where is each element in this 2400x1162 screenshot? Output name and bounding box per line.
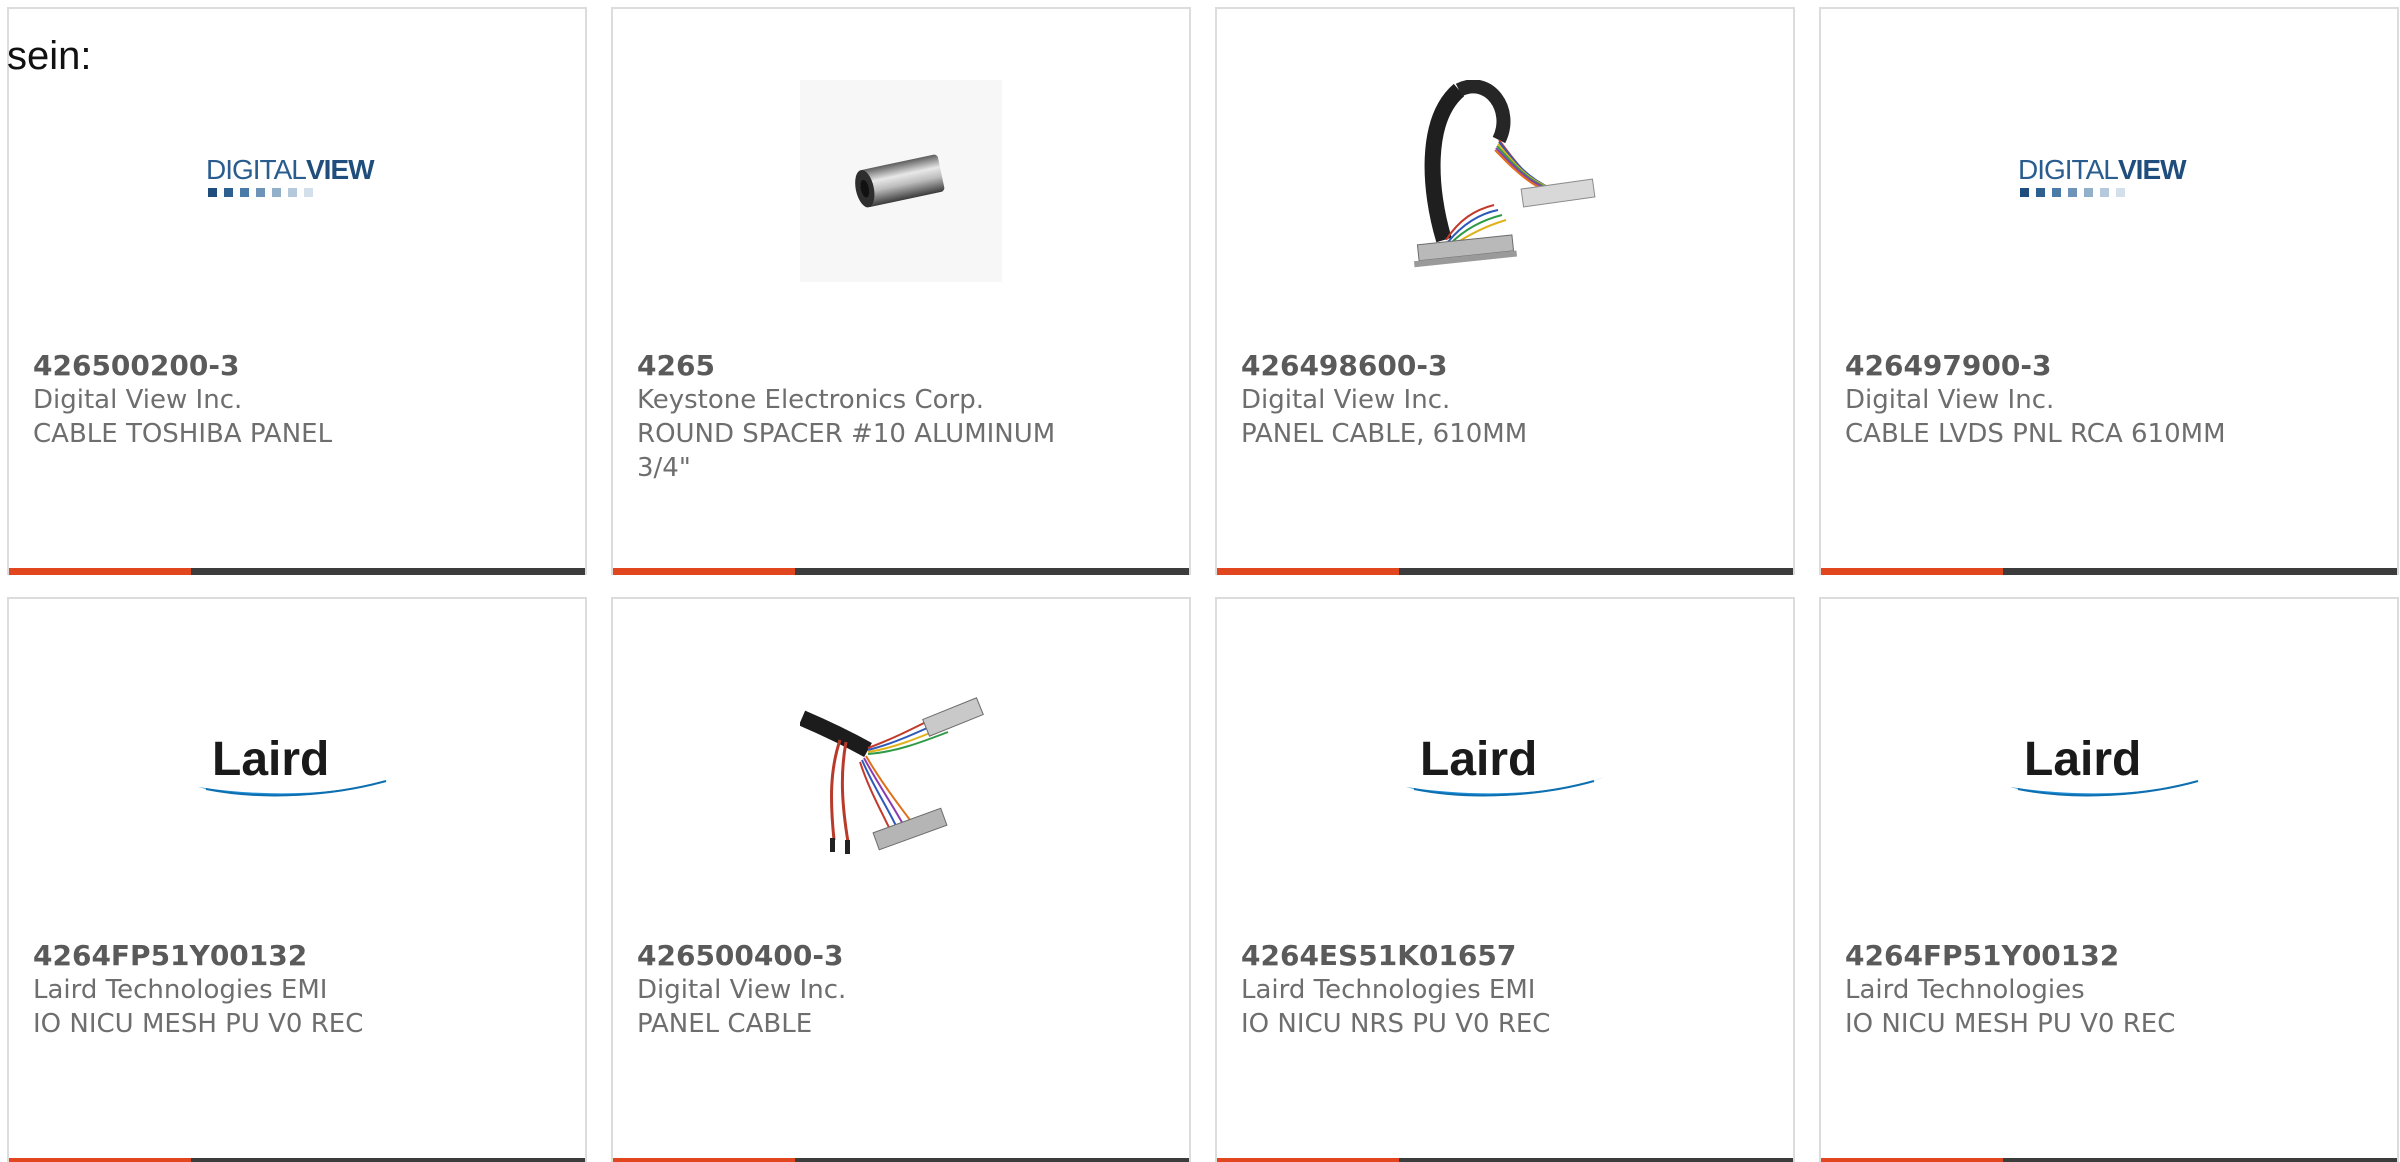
product-card[interactable]: Laird 4264ES51K01657 Laird Technologies … [1215,597,1795,1162]
description: IO NICU MESH PU V0 REC [1845,1009,2176,1039]
logo-text-a: DIGITAL [206,154,306,185]
product-info: 4264ES51K01657 Laird Technologies EMI IO… [1241,939,1681,1041]
part-number: 4264FP51Y00132 [33,939,308,972]
product-image: Laird [2008,670,2210,872]
part-number: 426497900-3 [1845,349,2052,382]
manufacturer: Digital View Inc. [1241,385,1451,415]
panel-cable-icon [1413,80,1596,268]
card-footer-accent [613,568,795,575]
laird-logo-icon: Laird [198,733,396,797]
product-image: Laird [196,670,398,872]
card-footer-accent [1217,568,1399,575]
product-card[interactable]: Laird 4264FP51Y00132 Laird Technologies … [7,597,587,1162]
card-footer-bar [1217,568,1793,575]
description: IO NICU NRS PU V0 REC [1241,1009,1551,1039]
part-number: 4264FP51Y00132 [1845,939,2120,972]
logo-text-b: VIEW [2118,154,2187,185]
logo-text: Laird [1420,733,1537,786]
card-footer-accent [1821,568,2003,575]
card-footer-bar [9,568,585,575]
product-card[interactable]: 4265 Keystone Electronics Corp. ROUND SP… [611,7,1191,575]
part-number: 426500200-3 [33,349,240,382]
card-footer-bar [613,568,1189,575]
product-card[interactable]: DIGITAL VIEW 426500200-3 Digital View In… [7,7,587,575]
product-card[interactable]: DIGITAL VIEW 426497900-3 Digital View In… [1819,7,2399,575]
product-info: 426500200-3 Digital View Inc. CABLE TOSH… [33,349,473,451]
manufacturer: Laird Technologies [1845,975,2085,1005]
digitalview-logo-icon: DIGITAL VIEW [206,154,376,197]
part-number: 426498600-3 [1241,349,1448,382]
card-footer-accent [9,1158,191,1162]
aluminum-spacer-icon [800,80,1002,282]
logo-text-a: DIGITAL [2018,154,2118,185]
ribbon-cable-icon [800,697,984,854]
manufacturer: Laird Technologies EMI [1241,975,1536,1005]
product-image: DIGITAL VIEW [196,80,398,282]
manufacturer: Digital View Inc. [1845,385,2055,415]
description: PANEL CABLE [637,1009,813,1039]
card-footer-bar [1821,568,2397,575]
part-number: 4264ES51K01657 [1241,939,1517,972]
product-info: 4265 Keystone Electronics Corp. ROUND SP… [637,349,1077,485]
product-image [800,80,1002,282]
manufacturer: Digital View Inc. [33,385,243,415]
description: PANEL CABLE, 610MM [1241,419,1528,449]
card-footer-accent [613,1158,795,1162]
laird-logo-icon: Laird [2010,733,2208,797]
card-footer-bar [613,1158,1189,1162]
product-card[interactable]: Laird 4264FP51Y00132 Laird Technologies … [1819,597,2399,1162]
product-info: 4264FP51Y00132 Laird Technologies IO NIC… [1845,939,2285,1041]
card-footer-bar [9,1158,585,1162]
product-grid: DIGITAL VIEW 426500200-3 Digital View In… [7,7,2400,1162]
product-info: 4264FP51Y00132 Laird Technologies EMI IO… [33,939,473,1041]
laird-logo-icon: Laird [1406,733,1604,797]
digitalview-logo-icon: DIGITAL VIEW [2018,154,2188,197]
product-image [1404,80,1606,282]
product-info: 426500400-3 Digital View Inc. PANEL CABL… [637,939,1077,1041]
logo-text: Laird [212,733,329,786]
card-footer-bar [1217,1158,1793,1162]
manufacturer: Digital View Inc. [637,975,847,1005]
product-info: 426497900-3 Digital View Inc. CABLE LVDS… [1845,349,2285,451]
card-footer-accent [9,568,191,575]
logo-text-b: VIEW [306,154,375,185]
description: CABLE LVDS PNL RCA 610MM [1845,419,2226,449]
product-image [800,670,1002,872]
product-card[interactable]: 426498600-3 Digital View Inc. PANEL CABL… [1215,7,1795,575]
card-footer-accent [1217,1158,1399,1162]
product-image: DIGITAL VIEW [2008,80,2210,282]
product-grid-page: sein: DIGITAL VIEW 426500200-3 Digital V… [0,0,2400,1162]
description: IO NICU MESH PU V0 REC [33,1009,364,1039]
manufacturer: Keystone Electronics Corp. [637,385,985,415]
product-image: Laird [1404,670,1606,872]
product-card[interactable]: 426500400-3 Digital View Inc. PANEL CABL… [611,597,1191,1162]
manufacturer: Laird Technologies EMI [33,975,328,1005]
logo-text: Laird [2024,733,2141,786]
part-number: 4265 [637,349,715,382]
card-footer-bar [1821,1158,2397,1162]
description: CABLE TOSHIBA PANEL [33,419,333,449]
part-number: 426500400-3 [637,939,844,972]
product-info: 426498600-3 Digital View Inc. PANEL CABL… [1241,349,1681,451]
description: ROUND SPACER #10 ALUMINUM 3/4" [637,419,1056,483]
intro-text: sein: [7,34,92,78]
card-footer-accent [1821,1158,2003,1162]
